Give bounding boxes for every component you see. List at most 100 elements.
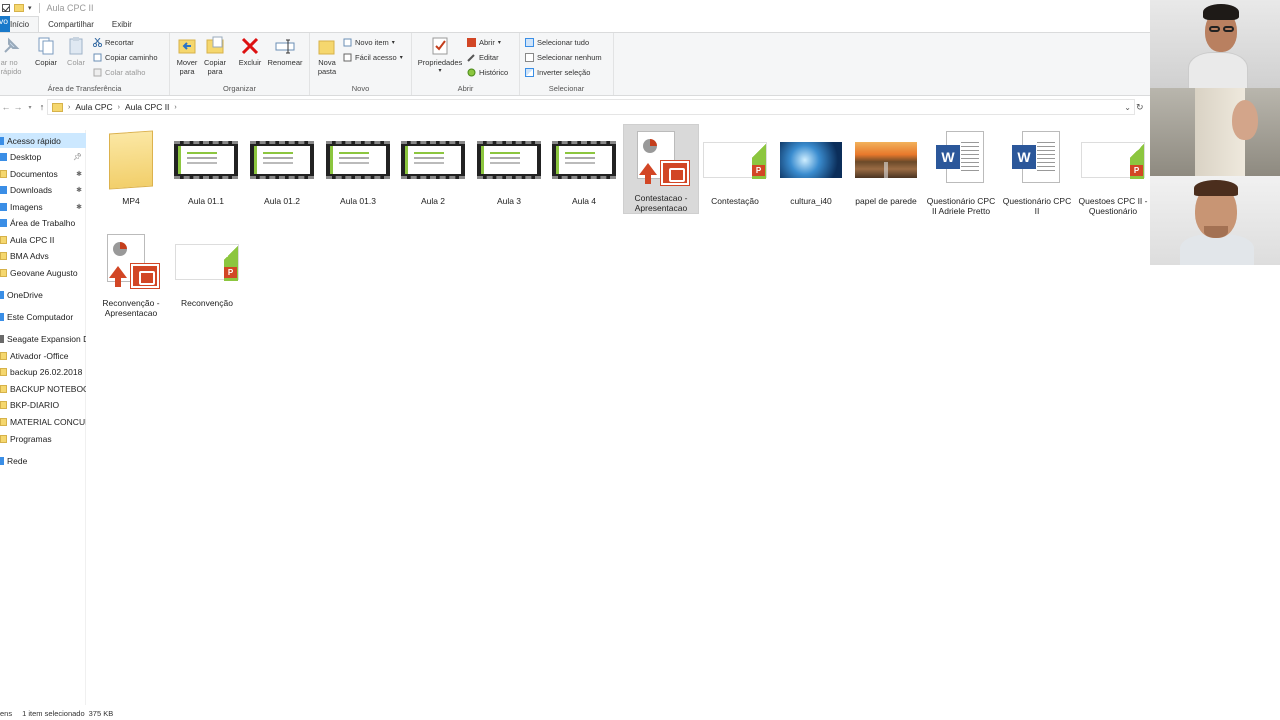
- sidebar-item-bkp-diario[interactable]: BKP-DIARIO: [0, 397, 86, 412]
- file-item-video[interactable]: Aula 01.2: [245, 128, 319, 206]
- breadcrumb-item[interactable]: Aula CPC: [75, 102, 112, 112]
- computer-icon: [0, 312, 4, 321]
- file-name: Aula 01.2: [264, 196, 300, 206]
- sidebar-item-backup-2018[interactable]: backup 26.02.2018: [0, 364, 86, 379]
- file-item-video[interactable]: Aula 2: [396, 128, 470, 206]
- file-item-image[interactable]: cultura_i40: [774, 128, 848, 206]
- file-item-video[interactable]: Aula 4: [547, 128, 621, 206]
- chevron-down-icon[interactable]: ⌄: [1124, 103, 1131, 112]
- file-item-image[interactable]: papel de parede: [849, 128, 923, 206]
- file-item-powerpoint[interactable]: Contestação: [698, 128, 772, 206]
- item-count: ens: [0, 708, 13, 718]
- select-all-button[interactable]: Selecionar tudo: [525, 38, 589, 47]
- sidebar-item-this-computer[interactable]: Este Computador: [0, 309, 86, 324]
- file-item-powerpoint[interactable]: Reconvenção: [170, 230, 244, 308]
- open-button[interactable]: Abrir ▾: [467, 38, 501, 47]
- pin-icon[interactable]: ✱: [76, 170, 82, 178]
- sidebar-item-downloads[interactable]: Downloads ✱: [0, 182, 86, 197]
- pin-icon[interactable]: 📌︎: [73, 153, 82, 161]
- easy-access-button[interactable]: Fácil acesso ▾: [343, 53, 403, 62]
- tab-share[interactable]: Compartilhar: [39, 16, 103, 32]
- invert-selection-button[interactable]: Inverter seleção: [525, 68, 590, 77]
- tab-view[interactable]: Exibir: [103, 16, 141, 32]
- address-bar[interactable]: › Aula CPC › Aula CPC II › ⌄: [47, 99, 1135, 115]
- star-icon: [0, 136, 4, 145]
- paste-button[interactable]: Colar: [63, 36, 89, 67]
- file-item-pptshow-selected[interactable]: Contestacao - Apresentacao: [623, 124, 699, 214]
- new-group: Nova pasta Novo item ▾ Fácil acesso ▾ No…: [310, 33, 412, 95]
- cut-button[interactable]: Recortar: [92, 37, 134, 48]
- sidebar-item-desktop-folder[interactable]: Área de Trabalho: [0, 215, 86, 230]
- paste-shortcut-label: Colar atalho: [105, 68, 146, 77]
- sidebar-item-bma-advs[interactable]: BMA Advs: [0, 248, 86, 263]
- open-label: Abrir: [479, 38, 495, 47]
- properties-button[interactable]: Propriedades ▾: [415, 36, 465, 76]
- pin-quick-access-button[interactable]: ar no rápido: [0, 36, 26, 76]
- file-item-video[interactable]: Aula 01.3: [321, 128, 395, 206]
- sidebar-item-network[interactable]: Rede: [0, 453, 86, 468]
- video-thumbnail: [174, 128, 238, 192]
- sidebar-item-label: Geovane Augusto: [10, 267, 78, 278]
- folder-icon: [0, 434, 7, 443]
- file-name: Contestação: [711, 196, 759, 206]
- sidebar-item-programas[interactable]: Programas: [0, 431, 86, 446]
- file-item-folder[interactable]: MP4: [94, 128, 168, 206]
- select-group: Selecionar tudo Selecionar nenhum Invert…: [520, 33, 614, 95]
- folder-icon: [99, 128, 163, 192]
- file-item-word[interactable]: W Questionário CPC II Adriele Pretto: [924, 128, 998, 216]
- tab-file[interactable]: vo: [0, 16, 10, 32]
- file-name: Questionário CPC II: [1002, 196, 1072, 216]
- history-button[interactable]: Histórico: [467, 68, 508, 77]
- folder-icon: [0, 152, 7, 161]
- delete-button[interactable]: Excluir: [236, 36, 264, 67]
- new-folder-button[interactable]: Nova pasta: [313, 36, 341, 76]
- sidebar-item-label: Programas: [10, 433, 52, 444]
- sidebar-item-seagate[interactable]: Seagate Expansion Dr: [0, 331, 86, 346]
- file-name: cultura_i40: [790, 196, 832, 206]
- sidebar-item-documents[interactable]: Documentos ✱: [0, 166, 86, 181]
- file-item-video[interactable]: Aula 3: [472, 128, 546, 206]
- pin-icon[interactable]: ✱: [76, 203, 82, 211]
- customize-toolbar-icon[interactable]: ▾: [28, 4, 32, 12]
- file-item-video[interactable]: Aula 01.1: [169, 128, 243, 206]
- participant-video: [1150, 0, 1280, 88]
- video-call-panel: [1150, 0, 1280, 265]
- back-arrow-icon[interactable]: ←: [0, 102, 12, 112]
- paste-icon: [66, 36, 86, 56]
- breadcrumb-item[interactable]: Aula CPC II: [125, 102, 169, 112]
- breadcrumb-separator: ›: [117, 103, 121, 111]
- sidebar-item-material-concurso[interactable]: MATERIAL CONCUI: [0, 414, 86, 429]
- sidebar-item-images[interactable]: Imagens ✱: [0, 199, 86, 214]
- edit-button[interactable]: Editar: [467, 53, 499, 62]
- sidebar-item-quick-access[interactable]: Acesso rápido: [0, 133, 86, 148]
- file-item-pptshow[interactable]: Reconvenção - Apresentacao: [94, 230, 168, 318]
- properties-check-icon[interactable]: [2, 4, 10, 12]
- recent-locations-icon[interactable]: ▾: [24, 104, 36, 111]
- properties-label: Propriedades: [417, 58, 463, 67]
- paste-shortcut-button[interactable]: Colar atalho: [93, 68, 145, 77]
- sidebar-item-aula-cpc-ii[interactable]: Aula CPC II: [0, 232, 86, 247]
- copy-button[interactable]: Copiar: [33, 36, 59, 67]
- file-item-word[interactable]: W Questionário CPC II: [1000, 128, 1074, 216]
- rename-button[interactable]: Renomear: [266, 36, 304, 67]
- file-item-powerpoint[interactable]: Questoes CPC II - Questionário: [1076, 128, 1150, 216]
- move-to-button[interactable]: Mover para: [173, 36, 201, 76]
- sidebar-item-geovane-augusto[interactable]: Geovane Augusto: [0, 265, 86, 280]
- file-list: MP4 Aula 01.1 Aula 01.2 Aula 01.3 Aula 2…: [90, 120, 1150, 700]
- pin-icon[interactable]: ✱: [76, 186, 82, 194]
- sidebar-item-desktop[interactable]: Desktop 📌︎: [0, 149, 86, 164]
- sidebar-item-onedrive[interactable]: OneDrive: [0, 287, 86, 302]
- refresh-icon[interactable]: ↻: [1136, 102, 1144, 113]
- select-none-button[interactable]: Selecionar nenhum: [525, 53, 602, 62]
- properties-icon: [430, 36, 450, 56]
- new-folder-icon[interactable]: [14, 4, 24, 12]
- copy-to-button[interactable]: Copiar para: [201, 36, 229, 76]
- new-item-button[interactable]: Novo item ▾: [343, 38, 395, 47]
- edit-label: Editar: [479, 53, 499, 62]
- copy-path-button[interactable]: Copiar caminho: [93, 53, 158, 62]
- sidebar-item-ativador-office[interactable]: Ativador -Office: [0, 348, 86, 363]
- sidebar-item-backup-notebook[interactable]: BACKUP NOTEBOO: [0, 381, 86, 396]
- forward-arrow-icon[interactable]: →: [12, 102, 24, 112]
- easy-access-label: Fácil acesso: [355, 53, 397, 62]
- file-name: papel de parede: [855, 196, 917, 206]
